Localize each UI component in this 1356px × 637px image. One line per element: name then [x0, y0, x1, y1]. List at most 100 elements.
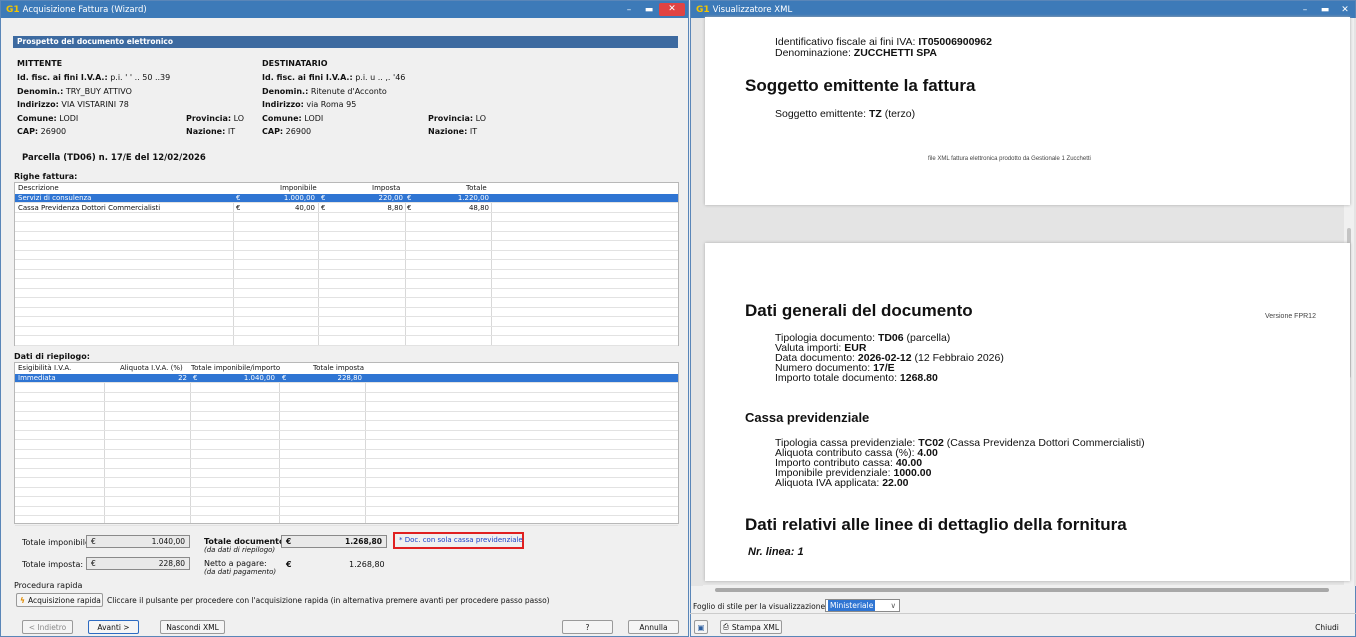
xml-field-line: Importo totale documento: 1268.80	[775, 373, 938, 384]
minimize-icon[interactable]: –	[1295, 5, 1315, 15]
table-row[interactable]	[15, 460, 678, 469]
cancel-button[interactable]: Annulla	[628, 620, 679, 634]
table-cell: 48,80	[468, 203, 489, 212]
tot-documento-field: €1.268,80	[281, 535, 387, 548]
col-aliquota[interactable]: Aliquota I.V.A. (%)	[120, 364, 183, 372]
stampa-label: Stampa XML	[731, 622, 780, 632]
col-esigibilita[interactable]: Esigibilità I.V.A.	[18, 364, 71, 372]
field-desc: (12 Febbraio 2026)	[911, 352, 1004, 364]
dest-den-value: Ritenute d'Acconto	[310, 87, 387, 96]
dest-ind-label: Indirizzo:	[262, 100, 304, 109]
table-row[interactable]	[15, 213, 678, 222]
table-row[interactable]: Immediata 22 €1.040,00 €228,80	[15, 374, 678, 383]
table-cell: €	[193, 374, 198, 382]
table-row[interactable]	[15, 232, 678, 241]
table-row[interactable]	[15, 280, 678, 289]
table-row[interactable]	[15, 223, 678, 232]
stylesheet-label: Foglio di stile per la visualizzazione:	[693, 602, 828, 611]
chiudi-button[interactable]: Chiudi	[1302, 620, 1352, 634]
cassa-heading: Cassa previdenziale	[745, 410, 870, 425]
table-row[interactable]	[15, 337, 678, 346]
soggetto-label: Soggetto emittente:	[775, 108, 869, 120]
righe-grid[interactable]: Descrizione Imponibile Imposta Totale Se…	[14, 182, 679, 346]
hide-xml-button[interactable]: Nascondi XML	[160, 620, 225, 634]
maximize-icon[interactable]: ▬	[1315, 5, 1335, 15]
xml-page-2: Versione FPR12 Dati generali del documen…	[705, 243, 1350, 581]
table-row[interactable]	[15, 488, 678, 497]
table-row[interactable]	[15, 261, 678, 270]
table-row[interactable]	[15, 498, 678, 507]
denominazione-label: Denominazione:	[775, 47, 854, 59]
table-row[interactable]	[15, 507, 678, 516]
dest-id-label: Id. fisc. ai fini I.V.A.:	[262, 73, 353, 82]
table-row[interactable]	[15, 441, 678, 450]
minimize-icon[interactable]: –	[619, 5, 639, 15]
chevron-down-icon: ∨	[890, 601, 897, 610]
dest-prov-label: Provincia:	[428, 114, 474, 123]
dest-cap-value: 26900	[285, 127, 312, 136]
wizard-title: Acquisizione Fattura (Wizard)	[22, 4, 147, 15]
help-button[interactable]: ?	[562, 620, 613, 634]
destinatario-heading: DESTINATARIO	[262, 59, 328, 68]
table-row[interactable]	[15, 299, 678, 308]
table-row[interactable]	[15, 384, 678, 393]
table-row[interactable]	[15, 431, 678, 440]
table-row[interactable]	[15, 318, 678, 327]
table-row[interactable]	[15, 479, 678, 488]
righe-label: Righe fattura:	[14, 172, 78, 181]
table-row[interactable]	[15, 327, 678, 336]
mittente-cap-value: 26900	[40, 127, 67, 136]
stampa-button[interactable]: ⎙ Stampa XML	[720, 620, 782, 634]
table-cell: 22	[178, 374, 187, 382]
app-logo-icon: G1	[696, 4, 710, 15]
mittente-cap-label: CAP:	[17, 127, 39, 136]
riepilogo-grid[interactable]: Esigibilità I.V.A. Aliquota I.V.A. (%) T…	[14, 362, 679, 526]
table-row[interactable]: Cassa Previdenza Dottori Commercialisti €…	[15, 204, 678, 213]
col-descrizione[interactable]: Descrizione	[18, 184, 59, 192]
table-row[interactable]	[15, 403, 678, 412]
stylesheet-select[interactable]: Ministeriale ∨	[825, 599, 900, 612]
riepilogo-label: Dati di riepilogo:	[14, 352, 90, 361]
tot-documento-sub: (da dati di riepilogo)	[204, 546, 276, 554]
table-row[interactable]	[15, 412, 678, 421]
table-row[interactable]	[15, 242, 678, 251]
xml-title: Visualizzatore XML	[712, 4, 793, 15]
maximize-icon[interactable]: ▬	[639, 5, 659, 15]
table-row[interactable]	[15, 393, 678, 402]
save-icon[interactable]: ▣	[694, 620, 708, 634]
table-row[interactable]	[15, 308, 678, 317]
field-value: 22.00	[882, 477, 909, 489]
next-button[interactable]: Avanti >	[88, 620, 139, 634]
col-totale[interactable]: Totale	[466, 184, 487, 192]
mittente-id-label: Id. fisc. ai fini I.V.A.:	[17, 73, 108, 82]
dest-ind-value: via Roma 95	[306, 100, 357, 109]
col-imposta[interactable]: Imposta	[372, 184, 400, 192]
table-row[interactable]	[15, 251, 678, 260]
table-row[interactable]	[15, 517, 678, 526]
table-row[interactable]	[15, 289, 678, 298]
mittente-naz-label: Nazione:	[186, 127, 226, 136]
table-row[interactable]	[15, 469, 678, 478]
mittente-heading: MITTENTE	[17, 59, 63, 68]
table-cell: 220,00	[378, 194, 404, 202]
col-imponibile[interactable]: Imponibile	[280, 184, 317, 192]
close-icon[interactable]: ✕	[1335, 5, 1355, 15]
field-label: Aliquota IVA applicata:	[775, 477, 883, 489]
table-row[interactable]	[15, 270, 678, 279]
table-row[interactable]: Servizi di consulenza €1.000,00 €220,00 €1.…	[15, 194, 678, 203]
acquisizione-rapida-button[interactable]: ϟ Acquisizione rapida	[16, 593, 103, 607]
netto-sub: (da dati pagamento)	[204, 568, 277, 576]
table-cell: Servizi di consulenza	[18, 194, 92, 202]
horizontal-scrollbar[interactable]	[703, 585, 1345, 595]
mittente-com-label: Comune:	[17, 114, 57, 123]
procedura-hint: Cliccare il pulsante per procedere con l…	[107, 596, 550, 605]
cassa-note: * Doc. con sola cassa previdenziale	[393, 532, 524, 549]
table-row[interactable]	[15, 450, 678, 459]
tot-documento-value: 1.268,80	[344, 537, 382, 546]
close-icon[interactable]: ✕	[659, 3, 685, 16]
currency-symbol: €	[286, 537, 292, 546]
col-tot-imponibile[interactable]: Totale imponibile/importo	[191, 364, 280, 372]
table-row[interactable]	[15, 422, 678, 431]
col-tot-imposta[interactable]: Totale imposta	[313, 364, 364, 372]
back-button[interactable]: < Indietro	[22, 620, 73, 634]
